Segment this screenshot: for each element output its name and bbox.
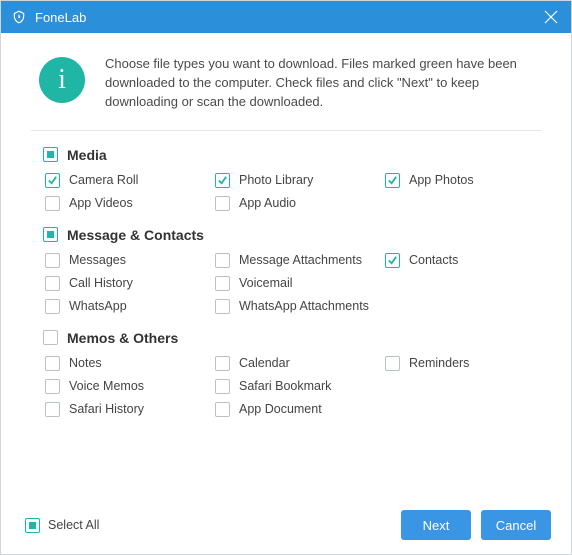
checkbox-icon xyxy=(215,356,230,371)
chk-label: App Photos xyxy=(409,173,474,187)
chk-label: Camera Roll xyxy=(69,173,138,187)
chk-label: Messages xyxy=(69,253,126,267)
chk-label: Voice Memos xyxy=(69,379,144,393)
checkbox-icon xyxy=(215,299,230,314)
cancel-button[interactable]: Cancel xyxy=(481,510,551,540)
group-memos-checkbox[interactable]: Memos & Others xyxy=(43,330,537,346)
chk-label: App Document xyxy=(239,402,322,416)
chk-reminders[interactable]: Reminders xyxy=(385,356,537,371)
checkbox-icon xyxy=(45,356,60,371)
titlebar: FoneLab xyxy=(1,1,571,33)
chk-messages[interactable]: Messages xyxy=(45,253,215,268)
chk-label: App Audio xyxy=(239,196,296,210)
checkbox-icon xyxy=(43,227,58,242)
chk-safari-history[interactable]: Safari History xyxy=(45,402,215,417)
chk-label: App Videos xyxy=(69,196,133,210)
checkbox-icon xyxy=(215,276,230,291)
chk-photo-library[interactable]: Photo Library xyxy=(215,173,385,188)
group-media-label: Media xyxy=(67,147,107,163)
group-memos-label: Memos & Others xyxy=(67,330,178,346)
content: Media Camera Roll Photo Library App Phot… xyxy=(1,143,571,499)
checkbox-icon xyxy=(215,173,230,188)
chk-calendar[interactable]: Calendar xyxy=(215,356,385,371)
chk-label: WhatsApp Attachments xyxy=(239,299,369,313)
chk-label: Reminders xyxy=(409,356,469,370)
chk-label: Photo Library xyxy=(239,173,313,187)
chk-whatsapp[interactable]: WhatsApp xyxy=(45,299,215,314)
checkbox-icon xyxy=(45,379,60,394)
divider xyxy=(31,130,541,131)
group-contacts-label: Message & Contacts xyxy=(67,227,204,243)
chk-contacts[interactable]: Contacts xyxy=(385,253,537,268)
checkbox-icon xyxy=(215,402,230,417)
chk-label: Safari Bookmark xyxy=(239,379,331,393)
checkbox-icon xyxy=(43,147,58,162)
next-button[interactable]: Next xyxy=(401,510,471,540)
chk-label: Safari History xyxy=(69,402,144,416)
chk-label: Notes xyxy=(69,356,102,370)
checkbox-icon xyxy=(215,379,230,394)
chk-label: Calendar xyxy=(239,356,290,370)
group-memos: Memos & Others Notes Calendar Reminders xyxy=(43,330,537,417)
checkbox-icon xyxy=(385,253,400,268)
chk-voice-memos[interactable]: Voice Memos xyxy=(45,379,215,394)
chk-label: Message Attachments xyxy=(239,253,362,267)
checkbox-icon xyxy=(215,253,230,268)
chk-label: Contacts xyxy=(409,253,458,267)
chk-call-history[interactable]: Call History xyxy=(45,276,215,291)
chk-camera-roll[interactable]: Camera Roll xyxy=(45,173,215,188)
group-contacts-checkbox[interactable]: Message & Contacts xyxy=(43,227,537,243)
checkbox-icon xyxy=(45,196,60,211)
chk-safari-bookmark[interactable]: Safari Bookmark xyxy=(215,379,385,394)
app-window: FoneLab i Choose file types you want to … xyxy=(0,0,572,555)
checkbox-icon xyxy=(45,173,60,188)
app-shield-icon xyxy=(11,9,27,25)
info-icon: i xyxy=(39,57,85,103)
chk-app-photos[interactable]: App Photos xyxy=(385,173,537,188)
chk-app-document[interactable]: App Document xyxy=(215,402,385,417)
select-all-checkbox[interactable]: Select All xyxy=(25,518,99,533)
hero-text: Choose file types you want to download. … xyxy=(105,55,541,112)
chk-notes[interactable]: Notes xyxy=(45,356,215,371)
chk-message-attachments[interactable]: Message Attachments xyxy=(215,253,385,268)
hero: i Choose file types you want to download… xyxy=(1,33,571,128)
checkbox-icon xyxy=(45,402,60,417)
app-title: FoneLab xyxy=(35,10,539,25)
checkbox-icon xyxy=(385,356,400,371)
checkbox-icon xyxy=(385,173,400,188)
checkbox-icon xyxy=(215,196,230,211)
chk-label: WhatsApp xyxy=(69,299,127,313)
select-all-label: Select All xyxy=(48,518,99,532)
footer: Select All Next Cancel xyxy=(1,499,571,554)
chk-app-audio[interactable]: App Audio xyxy=(215,196,385,211)
chk-label: Call History xyxy=(69,276,133,290)
checkbox-icon xyxy=(45,253,60,268)
group-contacts: Message & Contacts Messages Message Atta… xyxy=(43,227,537,314)
chk-voicemail[interactable]: Voicemail xyxy=(215,276,385,291)
checkbox-icon xyxy=(25,518,40,533)
chk-app-videos[interactable]: App Videos xyxy=(45,196,215,211)
chk-whatsapp-attachments[interactable]: WhatsApp Attachments xyxy=(215,299,385,314)
group-media: Media Camera Roll Photo Library App Phot… xyxy=(43,147,537,211)
checkbox-icon xyxy=(45,299,60,314)
chk-label: Voicemail xyxy=(239,276,293,290)
checkbox-icon xyxy=(45,276,60,291)
close-icon[interactable] xyxy=(539,5,563,29)
checkbox-icon xyxy=(43,330,58,345)
group-media-checkbox[interactable]: Media xyxy=(43,147,537,163)
